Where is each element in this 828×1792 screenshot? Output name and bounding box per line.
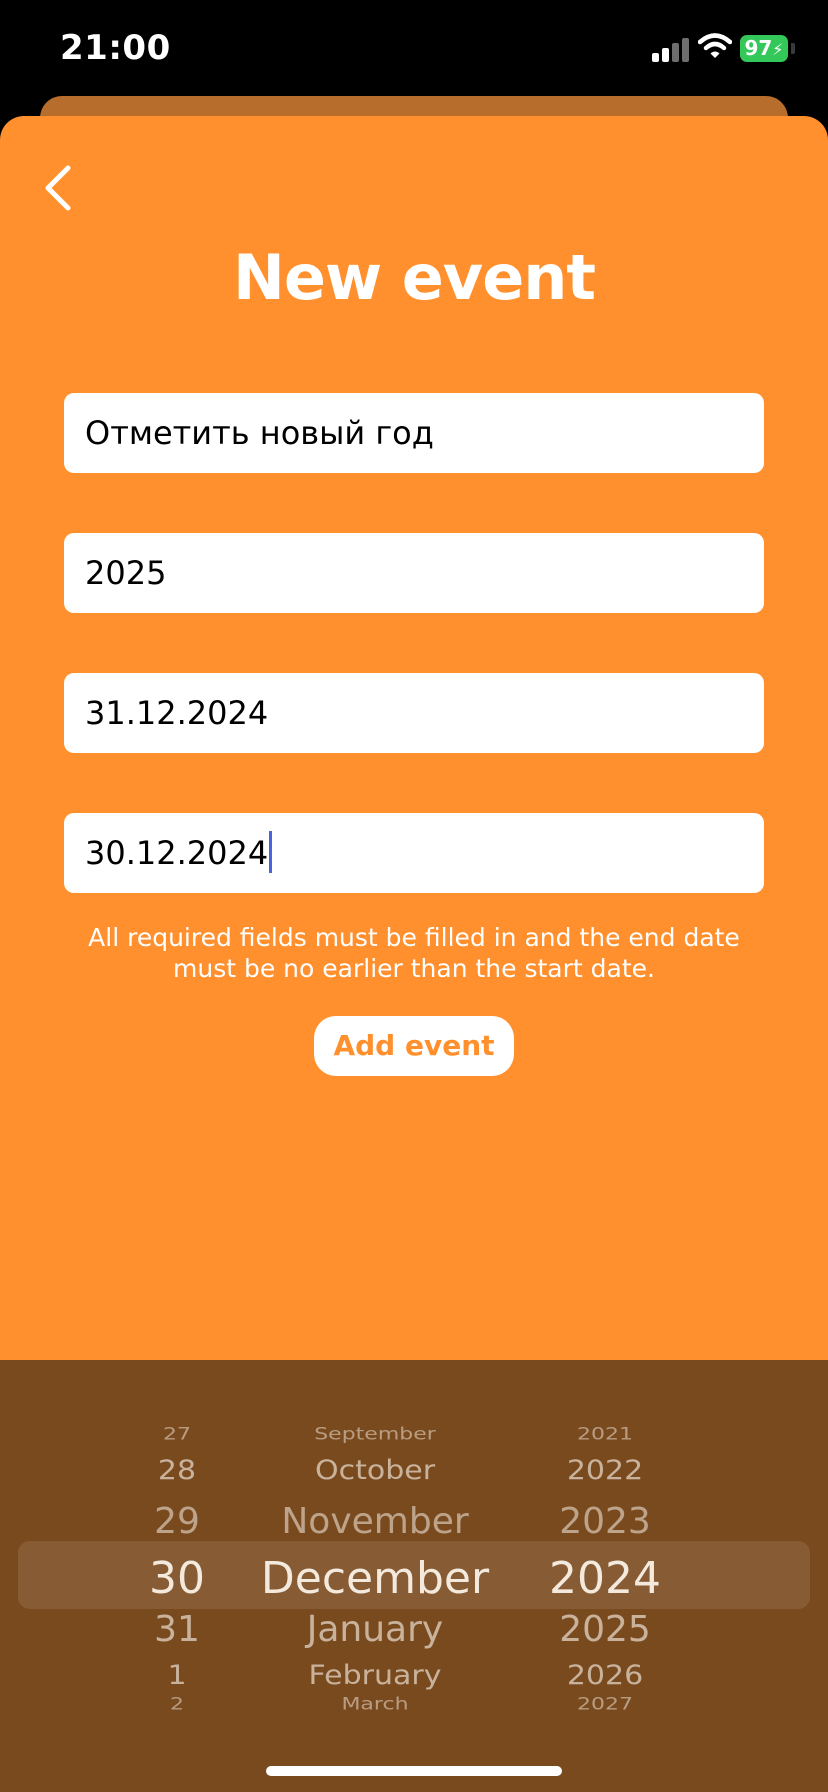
year-option[interactable]: 2027	[405, 1695, 805, 1714]
status-bar: 21:00 97⚡	[0, 0, 828, 100]
year-option[interactable]: 2023	[405, 1501, 805, 1542]
event-name-field[interactable]: Отметить новый год	[64, 393, 764, 473]
year-option[interactable]: 2021	[405, 1425, 805, 1444]
status-time: 21:00	[60, 28, 171, 68]
cellular-signal-icon	[652, 36, 690, 62]
text-caret	[269, 831, 273, 873]
year-option[interactable]: 2024	[405, 1553, 805, 1604]
start-date-field[interactable]: 31.12.2024	[64, 673, 764, 753]
end-date-value: 30.12.2024	[85, 834, 269, 872]
year-option[interactable]: 2025	[405, 1609, 805, 1650]
wifi-icon	[698, 33, 732, 58]
battery-level: 97	[744, 36, 773, 60]
back-button[interactable]	[36, 158, 86, 218]
charging-bolt-icon: ⚡	[772, 40, 784, 59]
home-indicator	[266, 1766, 562, 1776]
battery-cap	[791, 43, 795, 54]
end-date-field[interactable]: 30.12.2024	[64, 813, 764, 893]
chevron-left-icon	[45, 165, 71, 211]
year-option[interactable]: 2022	[405, 1455, 805, 1487]
page-title: New event	[232, 241, 596, 314]
battery-indicator: 97⚡	[740, 35, 788, 62]
date-picker[interactable]: 27 28 29 30 31 1 2 September October November Dec…	[0, 1360, 828, 1792]
add-event-button[interactable]: Add event	[314, 1016, 514, 1076]
new-event-sheet: New event Отметить новый год 2025 31.12.…	[0, 116, 828, 1360]
year-option[interactable]: 2026	[405, 1660, 805, 1692]
validation-hint: All required fields must be filled in an…	[88, 923, 740, 983]
event-description-field[interactable]: 2025	[64, 533, 764, 613]
